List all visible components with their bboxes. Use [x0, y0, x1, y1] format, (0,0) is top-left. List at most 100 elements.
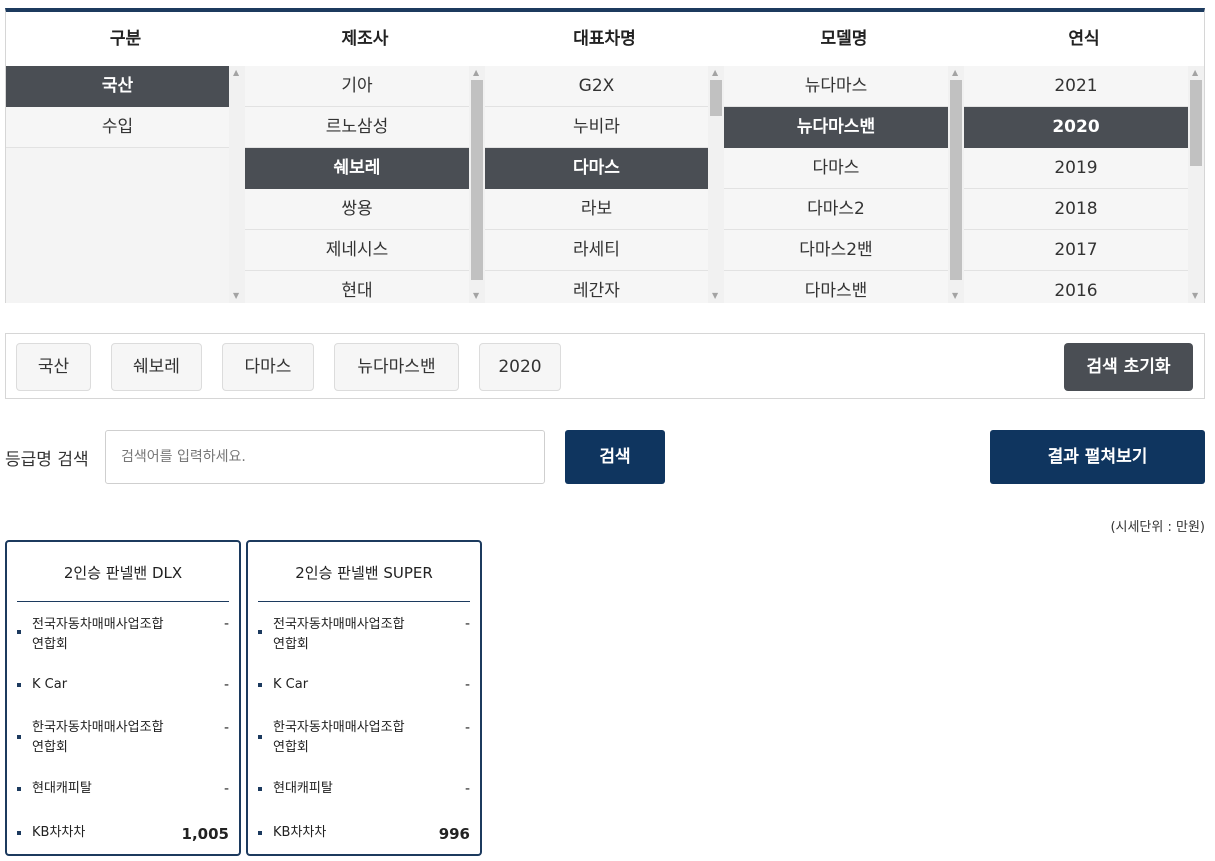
option-item[interactable]: 2017: [964, 230, 1188, 271]
column-header: 모델명: [820, 29, 868, 49]
option-item[interactable]: 뉴다마스밴: [724, 107, 948, 148]
vehicle-selector: 구분 국산 수입 ▲ ▼ 제조사 기아 르노삼성 쉐보레 쌍용 제네시스 현대 ▲ ▼ 대표차명 G2X 누비라…: [5, 8, 1205, 303]
price-row: 현대캐피탈 -: [258, 779, 470, 821]
scroll-up-icon[interactable]: ▲: [712, 69, 718, 77]
filter-chip[interactable]: 쉐보레: [111, 343, 202, 391]
option-item[interactable]: 레간자: [485, 271, 708, 303]
option-item[interactable]: 국산: [6, 66, 229, 107]
filter-chip[interactable]: 국산: [16, 343, 91, 391]
option-item[interactable]: 2021: [964, 66, 1188, 107]
bullet-icon: [17, 787, 21, 791]
card-title: 2인승 판넬밴 SUPER: [258, 542, 470, 602]
scroll-down-icon[interactable]: ▼: [952, 292, 958, 300]
option-list: 기아 르노삼성 쉐보레 쌍용 제네시스 현대 ▲ ▼: [245, 66, 485, 303]
price-value: -: [223, 781, 229, 797]
source-name: 현대캐피탈: [273, 781, 333, 796]
scroll-thumb[interactable]: [1190, 80, 1202, 166]
price-row: 전국자동차매매사업조합연합회 -: [17, 615, 229, 657]
option-list: 뉴다마스 뉴다마스밴 다마스 다마스2 다마스2밴 다마스밴 ▲ ▼: [724, 66, 964, 303]
price-value: -: [464, 616, 470, 632]
reset-search-button[interactable]: 검색 초기화: [1064, 343, 1193, 391]
option-list: 2021 2020 2019 2018 2017 2016 ▲ ▼: [964, 66, 1204, 303]
scroll-up-icon[interactable]: ▲: [1192, 69, 1198, 77]
scroll-up-icon[interactable]: ▲: [473, 69, 479, 77]
option-item[interactable]: 라세티: [485, 230, 708, 271]
scroll-up-icon[interactable]: ▲: [952, 69, 958, 77]
search-button[interactable]: 검색: [565, 430, 665, 484]
source-name: KB차차차: [32, 825, 86, 840]
option-list: 국산 수입 ▲ ▼: [6, 66, 245, 303]
filter-chip[interactable]: 뉴다마스밴: [334, 343, 459, 391]
option-item[interactable]: 누비라: [485, 107, 708, 148]
option-item[interactable]: 2020: [964, 107, 1188, 148]
option-item[interactable]: 제네시스: [245, 230, 469, 271]
option-item[interactable]: 2016: [964, 271, 1188, 303]
price-value: -: [223, 677, 229, 693]
price-value: -: [464, 720, 470, 736]
source-name: 전국자동차매매사업조합연합회: [273, 617, 405, 652]
bullet-icon: [17, 735, 21, 739]
scrollbar[interactable]: ▲ ▼: [948, 66, 964, 303]
option-item[interactable]: 2018: [964, 189, 1188, 230]
grade-search-input[interactable]: [105, 430, 545, 484]
source-name: KB차차차: [273, 825, 327, 840]
bullet-icon: [17, 683, 21, 687]
option-item[interactable]: 기아: [245, 66, 469, 107]
selector-column-1: 제조사 기아 르노삼성 쉐보레 쌍용 제네시스 현대 ▲ ▼: [245, 12, 485, 303]
scroll-down-icon[interactable]: ▼: [712, 292, 718, 300]
option-item[interactable]: 다마스밴: [724, 271, 948, 303]
bullet-icon: [258, 683, 262, 687]
source-name: K Car: [273, 677, 309, 692]
price-value: -: [223, 616, 229, 632]
price-row: KB차차차 996: [258, 823, 470, 861]
scroll-thumb[interactable]: [710, 80, 722, 116]
column-header: 연식: [1068, 29, 1100, 49]
price-row: 현대캐피탈 -: [17, 779, 229, 821]
scroll-thumb[interactable]: [471, 80, 483, 280]
column-header: 구분: [109, 29, 142, 49]
scrollbar[interactable]: ▲ ▼: [1188, 66, 1204, 303]
selector-column-4: 연식 2021 2020 2019 2018 2017 2016 ▲ ▼: [964, 12, 1204, 303]
expand-results-button[interactable]: 결과 펼쳐보기: [990, 430, 1205, 484]
option-item[interactable]: 뉴다마스: [724, 66, 948, 107]
option-item[interactable]: 현대: [245, 271, 469, 303]
option-item[interactable]: 다마스: [724, 148, 948, 189]
price-card: 2인승 판넬밴 SUPER 전국자동차매매사업조합연합회 - K Car - 한국자동차매…: [246, 540, 482, 856]
filter-chip[interactable]: 2020: [479, 343, 561, 391]
option-item[interactable]: 수입: [6, 107, 229, 148]
option-item[interactable]: 다마스2: [724, 189, 948, 230]
price-row: K Car -: [258, 675, 470, 717]
filter-chip[interactable]: 다마스: [222, 343, 314, 391]
option-item[interactable]: 쉐보레: [245, 148, 469, 189]
scroll-down-icon[interactable]: ▼: [473, 292, 479, 300]
option-item[interactable]: 다마스2밴: [724, 230, 948, 271]
scroll-down-icon[interactable]: ▼: [1192, 292, 1198, 300]
price-card: 2인승 판넬밴 DLX 전국자동차매매사업조합연합회 - K Car - 한국자동차매매사…: [5, 540, 241, 856]
bullet-icon: [258, 787, 262, 791]
price-row: K Car -: [17, 675, 229, 717]
option-item[interactable]: 라보: [485, 189, 708, 230]
column-header: 제조사: [341, 29, 389, 49]
scrollbar[interactable]: ▲ ▼: [229, 66, 245, 303]
option-item[interactable]: G2X: [485, 66, 708, 107]
scroll-thumb[interactable]: [950, 80, 962, 280]
bullet-icon: [258, 831, 262, 835]
scrollbar[interactable]: ▲ ▼: [469, 66, 485, 303]
scroll-down-icon[interactable]: ▼: [233, 292, 239, 300]
option-item[interactable]: 르노삼성: [245, 107, 469, 148]
price-unit-note: (시세단위 : 만원): [1110, 520, 1205, 535]
source-name: 현대캐피탈: [32, 781, 92, 796]
card-title: 2인승 판넬밴 DLX: [17, 542, 229, 602]
selector-column-2: 대표차명 G2X 누비라 다마스 라보 라세티 레간자 ▲ ▼: [485, 12, 724, 303]
source-name: 한국자동차매매사업조합연합회: [32, 720, 164, 755]
price-value: -: [223, 720, 229, 736]
price-value: 996: [438, 825, 470, 843]
option-item[interactable]: 2019: [964, 148, 1188, 189]
bullet-icon: [17, 831, 21, 835]
source-name: 한국자동차매매사업조합연합회: [273, 720, 405, 755]
scroll-up-icon[interactable]: ▲: [233, 69, 239, 77]
option-item[interactable]: 다마스: [485, 148, 708, 189]
scrollbar[interactable]: ▲ ▼: [708, 66, 724, 303]
bullet-icon: [258, 630, 262, 634]
option-item[interactable]: 쌍용: [245, 189, 469, 230]
